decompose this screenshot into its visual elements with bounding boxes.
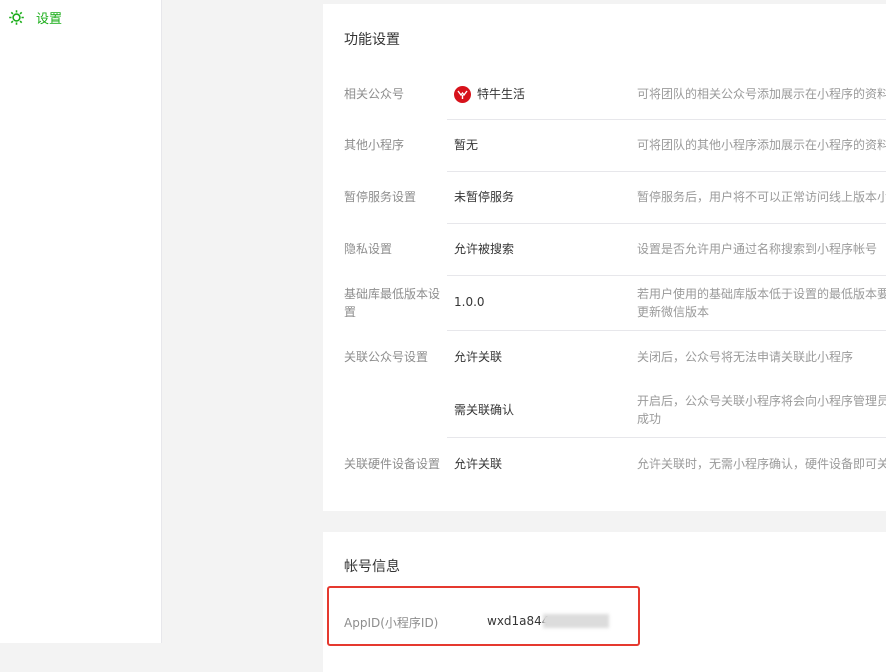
row-value: 允许被搜索 bbox=[454, 242, 515, 256]
section-title: 帐号信息 bbox=[344, 559, 400, 575]
settings-row-pause-service: 暂停服务设置 未暂停服务 暂停服务后，用户将不可以正常访问线上版本小 bbox=[323, 172, 886, 224]
settings-row-related-official-account: 相关公众号 特牛生活 可将团队的相关公众号添加展示在小程序的资料 bbox=[323, 68, 886, 120]
settings-row-other-mini-programs: 其他小程序 暂无 可将团队的其他小程序添加展示在小程序的资料 bbox=[323, 120, 886, 172]
row-value[interactable]: 特牛生活 bbox=[454, 85, 525, 103]
row-description-line: 可将团队的其他小程序添加展示在小程序的资料 bbox=[637, 138, 886, 152]
row-description: 关闭后，公众号将无法申请关联此小程序 bbox=[637, 348, 886, 366]
row-label: 关联公众号设置 bbox=[344, 350, 429, 364]
row-value-text: 特牛生活 bbox=[477, 87, 526, 101]
row-value: 允许关联 bbox=[454, 350, 503, 364]
appid-value: wxd1a844 bbox=[487, 614, 610, 628]
row-value: 允许关联 bbox=[454, 457, 503, 471]
section-title: 功能设置 bbox=[344, 32, 400, 48]
row-value: 未暂停服务 bbox=[454, 190, 515, 204]
row-description-line: 设置是否允许用户通过名称搜索到小程序帐号 bbox=[637, 242, 878, 256]
row-description-line: 更新微信版本 bbox=[637, 305, 710, 319]
gear-icon bbox=[8, 9, 25, 26]
row-label: 隐私设置 bbox=[344, 242, 393, 256]
row-description-line: 暂停服务后，用户将不可以正常访问线上版本小 bbox=[637, 190, 886, 204]
settings-row-link-official-account: 关联公众号设置 允许关联 关闭后，公众号将无法申请关联此小程序 bbox=[323, 331, 886, 383]
row-description-line: 关闭后，公众号将无法申请关联此小程序 bbox=[637, 350, 854, 364]
row-description-line: 可将团队的相关公众号添加展示在小程序的资料 bbox=[637, 87, 886, 101]
row-value: 暂无 bbox=[454, 138, 479, 152]
row-label: 暂停服务设置 bbox=[344, 190, 417, 204]
sidebar-item-label: 设置 bbox=[36, 11, 63, 27]
function-settings-card: 功能设置 相关公众号 特牛生活 可将团队的相关公众号添加展示在小程序的资料 其他… bbox=[323, 4, 886, 511]
row-value: 1.0.0 bbox=[454, 295, 485, 309]
row-description: 暂停服务后，用户将不可以正常访问线上版本小 bbox=[637, 188, 886, 206]
row-description-line: 开启后，公众号关联小程序将会向小程序管理员 bbox=[637, 394, 886, 408]
sidebar-item-settings[interactable]: 设置 bbox=[8, 7, 62, 27]
settings-row-link-hardware: 关联硬件设备设置 允许关联 允许关联时，无需小程序确认，硬件设备即可关 bbox=[323, 438, 886, 490]
appid-text: wxd1a844 bbox=[487, 614, 550, 628]
row-label: 相关公众号 bbox=[344, 87, 405, 101]
row-description: 若用户使用的基础库版本低于设置的最低版本要 更新微信版本 bbox=[637, 285, 886, 321]
settings-row-privacy: 隐私设置 允许被搜索 设置是否允许用户通过名称搜索到小程序帐号 bbox=[323, 224, 886, 276]
settings-row-link-confirmation: 需关联确认 开启后，公众号关联小程序将会向小程序管理员 成功 bbox=[323, 383, 886, 438]
row-description-line: 若用户使用的基础库版本低于设置的最低版本要 bbox=[637, 287, 886, 301]
row-description: 可将团队的其他小程序添加展示在小程序的资料 bbox=[637, 136, 886, 154]
row-description: 允许关联时，无需小程序确认，硬件设备即可关 bbox=[637, 455, 886, 473]
row-label: 基础库最低版本设置 bbox=[344, 287, 441, 319]
brand-avatar-icon bbox=[454, 85, 471, 103]
row-description-line: 成功 bbox=[637, 412, 662, 426]
row-label: 其他小程序 bbox=[344, 138, 405, 152]
row-value: 需关联确认 bbox=[454, 403, 515, 417]
redaction-mask bbox=[543, 614, 610, 628]
sidebar: 设置 bbox=[0, 0, 162, 643]
row-description: 开启后，公众号关联小程序将会向小程序管理员 成功 bbox=[637, 392, 886, 428]
row-description: 设置是否允许用户通过名称搜索到小程序帐号 bbox=[637, 240, 886, 258]
row-description: 可将团队的相关公众号添加展示在小程序的资料 bbox=[637, 85, 886, 103]
settings-row-min-library-version: 基础库最低版本设置 1.0.0 若用户使用的基础库版本低于设置的最低版本要 更新… bbox=[323, 276, 886, 331]
row-label: 关联硬件设备设置 bbox=[344, 457, 441, 471]
appid-label: AppID(小程序ID) bbox=[344, 616, 439, 630]
row-description-line: 允许关联时，无需小程序确认，硬件设备即可关 bbox=[637, 457, 886, 471]
